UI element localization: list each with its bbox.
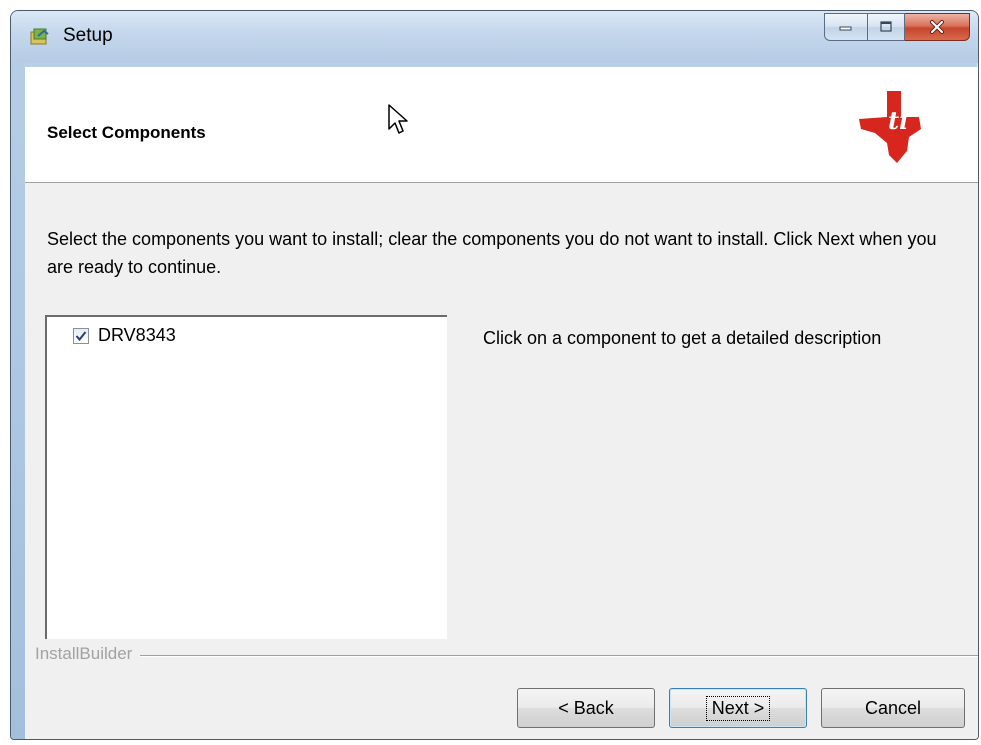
texas-instruments-logo: ti bbox=[859, 91, 921, 163]
instructions-text: Select the components you want to instal… bbox=[47, 229, 937, 277]
setup-window: Setup Select Components ti Select the co… bbox=[10, 10, 979, 740]
next-button-label: Next > bbox=[705, 695, 771, 721]
wizard-header: Select Components ti bbox=[25, 67, 978, 183]
window-frame-left bbox=[11, 63, 25, 739]
drv8343-checkbox[interactable] bbox=[73, 327, 89, 344]
components-list[interactable]: DRV8343 bbox=[45, 315, 447, 639]
back-button[interactable]: < Back bbox=[517, 688, 655, 728]
close-button[interactable] bbox=[905, 13, 970, 41]
page-title: Select Components bbox=[47, 123, 206, 142]
cancel-button[interactable]: Cancel bbox=[821, 688, 965, 728]
next-button[interactable]: Next > bbox=[669, 688, 807, 728]
component-description: Click on a component to get a detailed d… bbox=[483, 328, 882, 348]
setup-app-icon bbox=[30, 28, 49, 45]
caption-buttons bbox=[824, 13, 970, 41]
minimize-button[interactable] bbox=[824, 13, 868, 41]
title-bar[interactable]: Setup bbox=[11, 11, 978, 63]
close-x-icon bbox=[930, 20, 944, 34]
checkmark-icon bbox=[75, 330, 87, 341]
wizard-client-area: Select Components ti Select the componen… bbox=[25, 67, 978, 739]
window-title: Setup bbox=[63, 25, 113, 46]
svg-text:ti: ti bbox=[888, 106, 908, 135]
maximize-icon bbox=[880, 21, 892, 32]
mouse-cursor-icon bbox=[388, 104, 408, 134]
maximize-button[interactable] bbox=[868, 13, 905, 41]
installbuilder-label: InstallBuilder bbox=[35, 644, 141, 664]
minimize-icon bbox=[839, 26, 852, 31]
list-item[interactable]: DRV8343 bbox=[73, 325, 176, 346]
footer-divider bbox=[35, 655, 978, 657]
component-label: DRV8343 bbox=[98, 325, 176, 345]
